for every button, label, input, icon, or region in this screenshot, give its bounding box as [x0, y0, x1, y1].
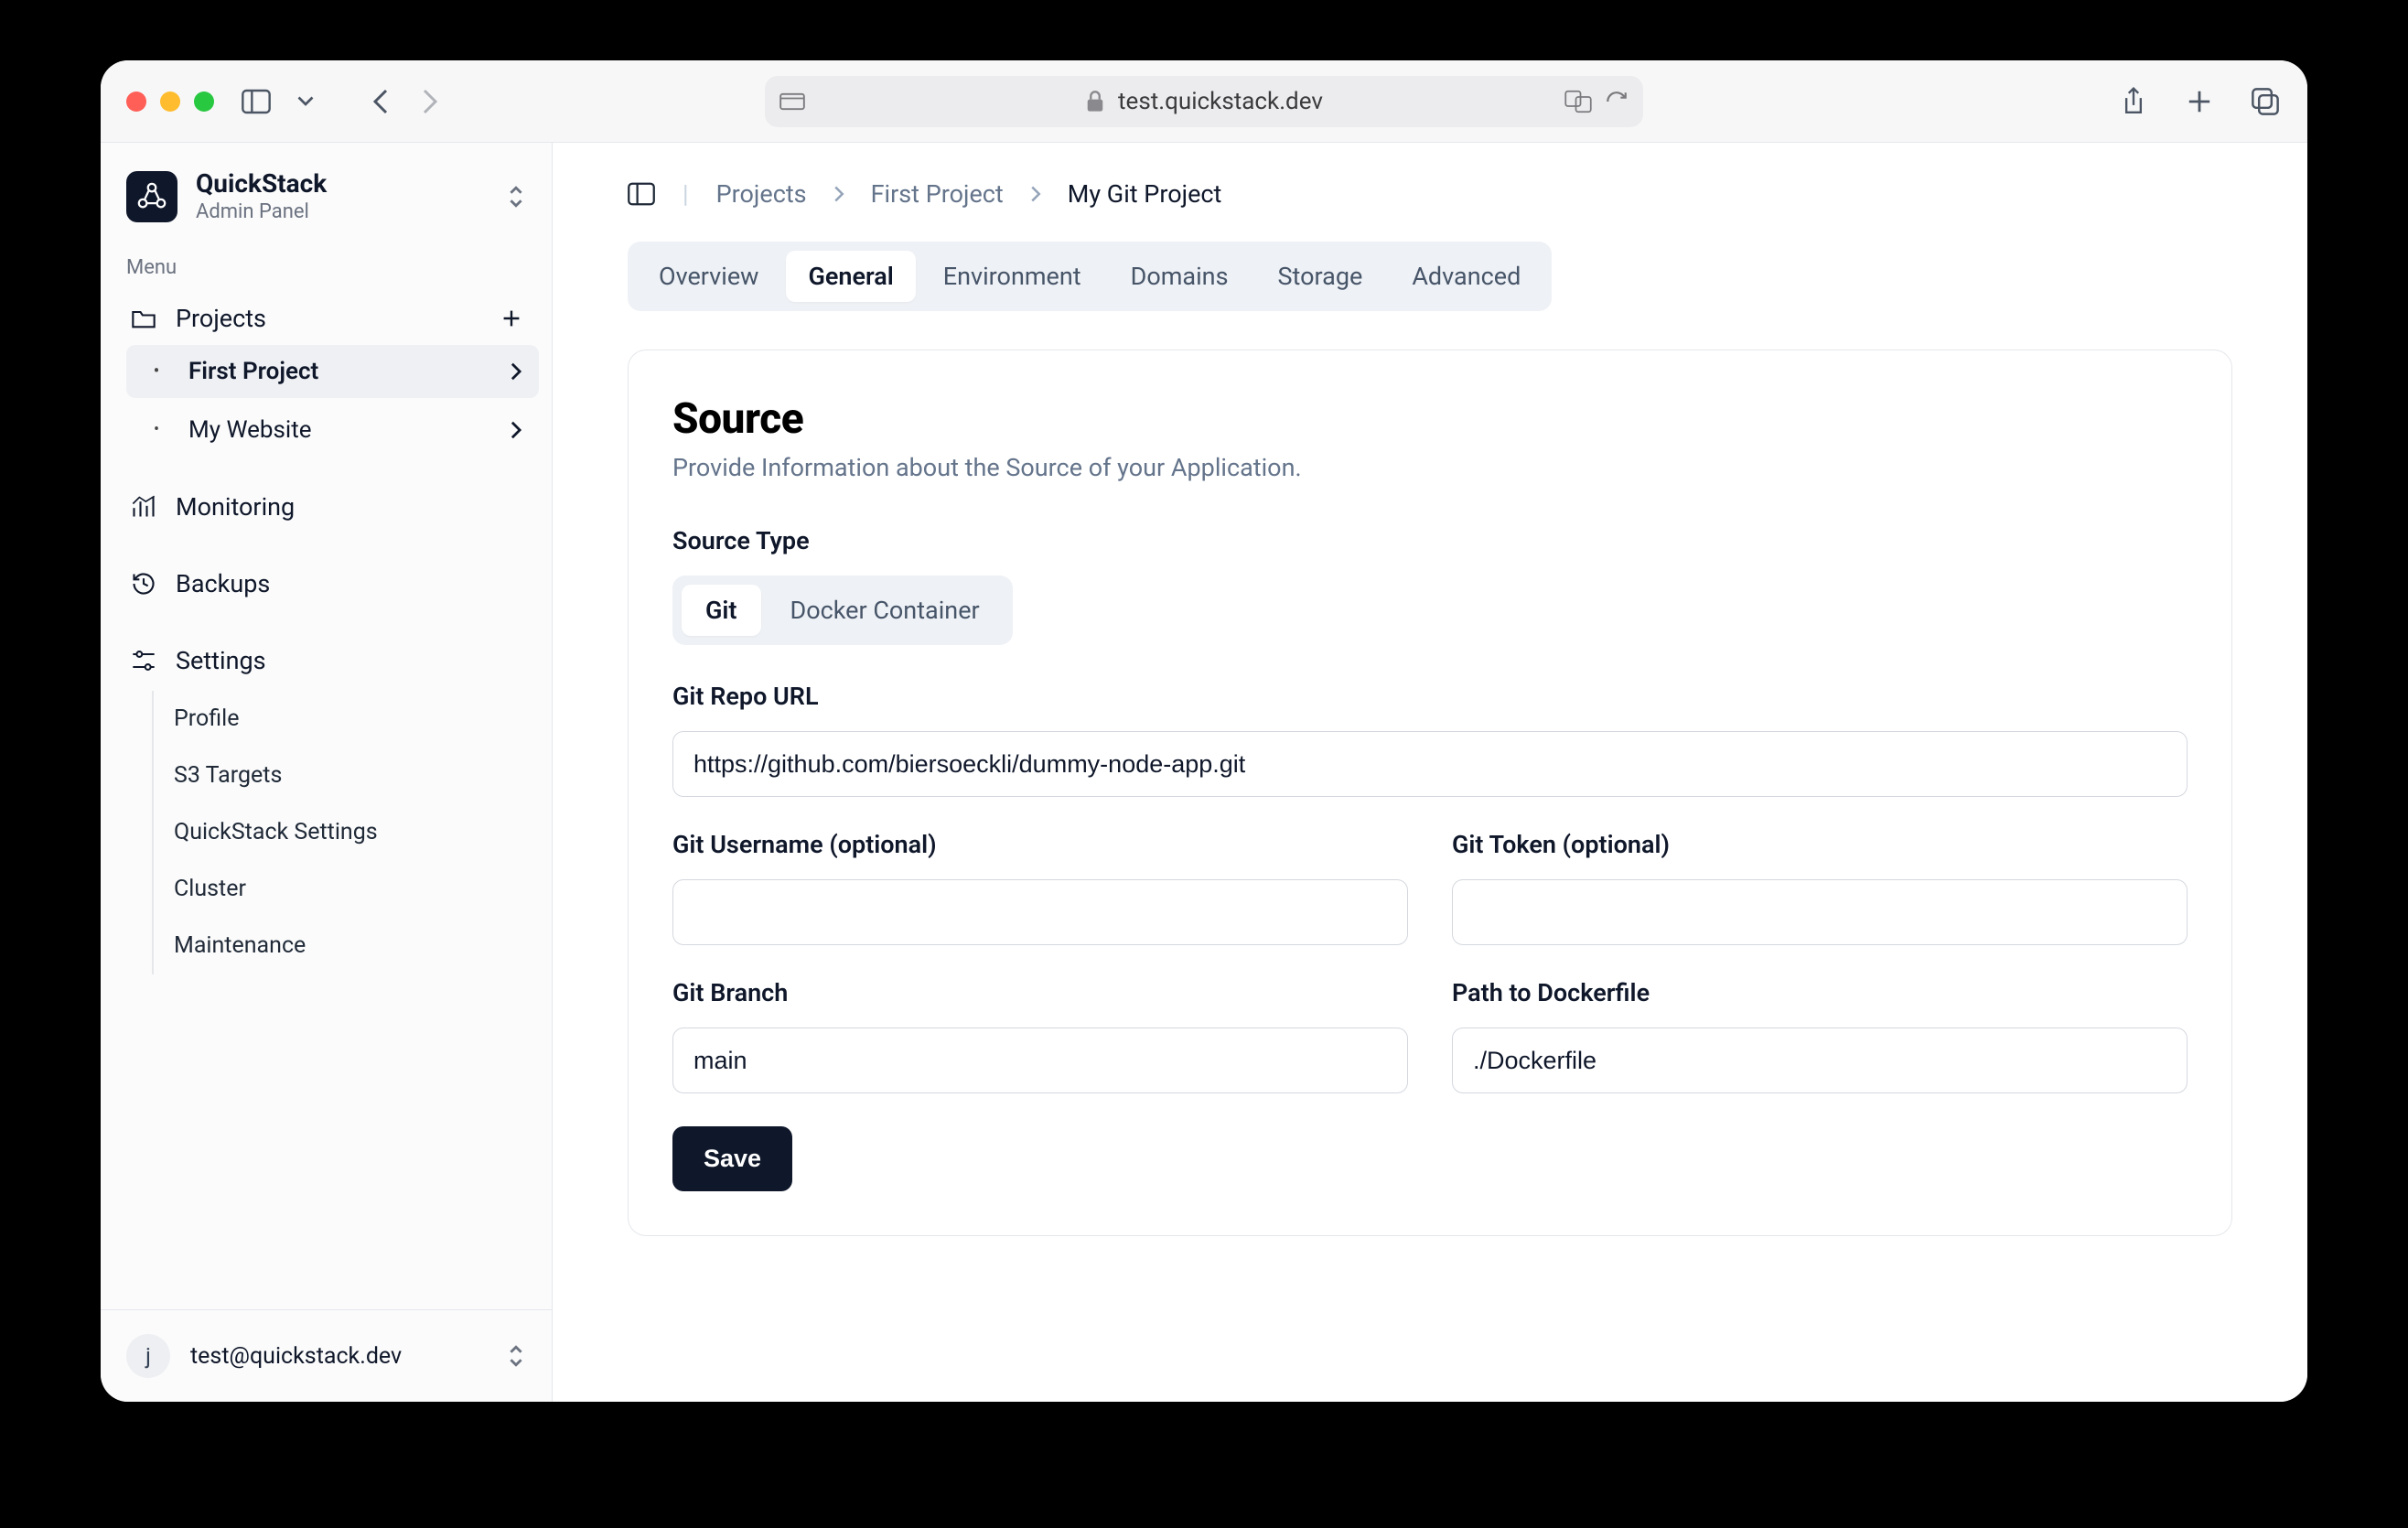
panel-left-icon[interactable]	[628, 181, 655, 207]
breadcrumb-bar: | Projects First Project My Git Project	[628, 179, 2232, 209]
browser-toolbar: test.quickstack.dev	[101, 60, 2307, 143]
tab-general[interactable]: General	[786, 251, 915, 302]
sidebar-account[interactable]: j test@quickstack.dev	[101, 1309, 552, 1402]
chevron-right-icon	[833, 185, 845, 203]
sidebar-item-s3-targets[interactable]: S3 Targets	[174, 748, 539, 804]
tab-overview-icon[interactable]	[2249, 85, 2282, 118]
sidebar-item-monitoring[interactable]: Monitoring	[113, 480, 539, 533]
folder-icon	[130, 307, 157, 329]
sidebar-item-cluster[interactable]: Cluster	[174, 861, 539, 918]
account-email: test@quickstack.dev	[190, 1343, 402, 1370]
chart-icon	[130, 495, 157, 519]
tab-overview[interactable]: Overview	[637, 251, 780, 302]
breadcrumb-current: My Git Project	[1068, 179, 1222, 209]
brand-subtitle: Admin Panel	[196, 200, 327, 223]
chevron-right-icon	[510, 420, 522, 440]
brand-switcher[interactable]: QuickStack Admin Panel	[101, 143, 552, 243]
sidebar-item-my-website[interactable]: • My Website	[126, 404, 539, 457]
sidebar-item-maintenance[interactable]: Maintenance	[174, 918, 539, 974]
dockerfile-path-label: Path to Dockerfile	[1452, 978, 2188, 1007]
git-url-input[interactable]	[672, 731, 2188, 797]
nav-back-button[interactable]	[364, 85, 397, 118]
bullet-icon: •	[143, 420, 170, 439]
bullet-icon: •	[143, 361, 170, 381]
save-button[interactable]: Save	[672, 1126, 792, 1191]
app-sidebar: QuickStack Admin Panel Menu	[101, 143, 553, 1402]
source-type-segmented: Git Docker Container	[672, 576, 1013, 645]
sidebar-item-quickstack-settings[interactable]: QuickStack Settings	[174, 804, 539, 861]
separator: |	[683, 179, 689, 209]
git-token-input[interactable]	[1452, 879, 2188, 945]
breadcrumb-first-project[interactable]: First Project	[871, 179, 1004, 209]
sidebar-item-first-project[interactable]: • First Project	[126, 345, 539, 398]
address-bar[interactable]: test.quickstack.dev	[765, 76, 1643, 127]
tab-advanced[interactable]: Advanced	[1390, 251, 1543, 302]
close-window-button[interactable]	[126, 91, 146, 112]
plus-icon[interactable]	[500, 307, 522, 329]
chevron-right-icon	[510, 361, 522, 382]
nav-forward-button[interactable]	[414, 85, 446, 118]
address-bar-url: test.quickstack.dev	[1118, 88, 1323, 115]
git-username-input[interactable]	[672, 879, 1408, 945]
sidebar-item-backups[interactable]: Backups	[113, 557, 539, 610]
sidebar-item-label: First Project	[188, 358, 318, 385]
brand-logo-icon	[126, 171, 177, 222]
translate-icon[interactable]	[1564, 90, 1592, 113]
sidebar-item-label: Backups	[176, 569, 270, 598]
source-card: Source Provide Information about the Sou…	[628, 350, 2232, 1236]
menu-section-label: Menu	[101, 243, 552, 292]
sidebar-item-label: My Website	[188, 416, 312, 444]
card-title: Source	[672, 394, 2188, 444]
website-settings-icon[interactable]	[779, 91, 805, 113]
chevron-down-icon[interactable]	[289, 85, 322, 118]
breadcrumb-projects[interactable]: Projects	[716, 179, 807, 209]
source-type-git[interactable]: Git	[682, 585, 761, 636]
chevron-up-down-icon	[506, 1343, 526, 1369]
sidebar-item-label: Settings	[176, 646, 266, 675]
sliders-icon	[130, 649, 157, 673]
settings-subnav: Profile S3 Targets QuickStack Settings C…	[152, 691, 539, 974]
sidebar-toggle-icon[interactable]	[240, 85, 273, 118]
source-type-docker[interactable]: Docker Container	[767, 585, 1004, 636]
brand-title: QuickStack	[196, 170, 327, 199]
lock-icon	[1085, 90, 1105, 113]
browser-window: test.quickstack.dev	[101, 60, 2307, 1402]
sidebar-item-projects[interactable]: Projects	[113, 292, 539, 345]
dockerfile-path-input[interactable]	[1452, 1028, 2188, 1093]
project-tabs: Overview General Environment Domains Sto…	[628, 242, 1552, 311]
source-type-label: Source Type	[672, 526, 2188, 555]
sidebar-item-profile[interactable]: Profile	[174, 691, 539, 748]
chevron-up-down-icon	[506, 184, 526, 210]
avatar: j	[126, 1334, 170, 1378]
tab-storage[interactable]: Storage	[1256, 251, 1385, 302]
git-url-label: Git Repo URL	[672, 682, 2188, 711]
card-description: Provide Information about the Source of …	[672, 453, 2188, 482]
git-username-label: Git Username (optional)	[672, 830, 1408, 859]
tab-domains[interactable]: Domains	[1109, 251, 1251, 302]
share-icon[interactable]	[2117, 85, 2150, 118]
git-branch-input[interactable]	[672, 1028, 1408, 1093]
reload-icon[interactable]	[1605, 90, 1629, 113]
main-content: | Projects First Project My Git Project …	[553, 143, 2307, 1402]
sidebar-item-label: Projects	[176, 304, 266, 333]
git-token-label: Git Token (optional)	[1452, 830, 2188, 859]
fullscreen-window-button[interactable]	[194, 91, 214, 112]
new-tab-icon[interactable]	[2183, 85, 2216, 118]
sidebar-item-label: Monitoring	[176, 492, 295, 522]
sidebar-item-settings[interactable]: Settings	[113, 634, 539, 687]
window-controls	[126, 91, 214, 112]
sidebar-nav: Projects • First Project	[101, 292, 552, 974]
history-icon	[130, 571, 157, 597]
tab-environment[interactable]: Environment	[921, 251, 1103, 302]
minimize-window-button[interactable]	[160, 91, 180, 112]
chevron-right-icon	[1029, 185, 1042, 203]
git-branch-label: Git Branch	[672, 978, 1408, 1007]
